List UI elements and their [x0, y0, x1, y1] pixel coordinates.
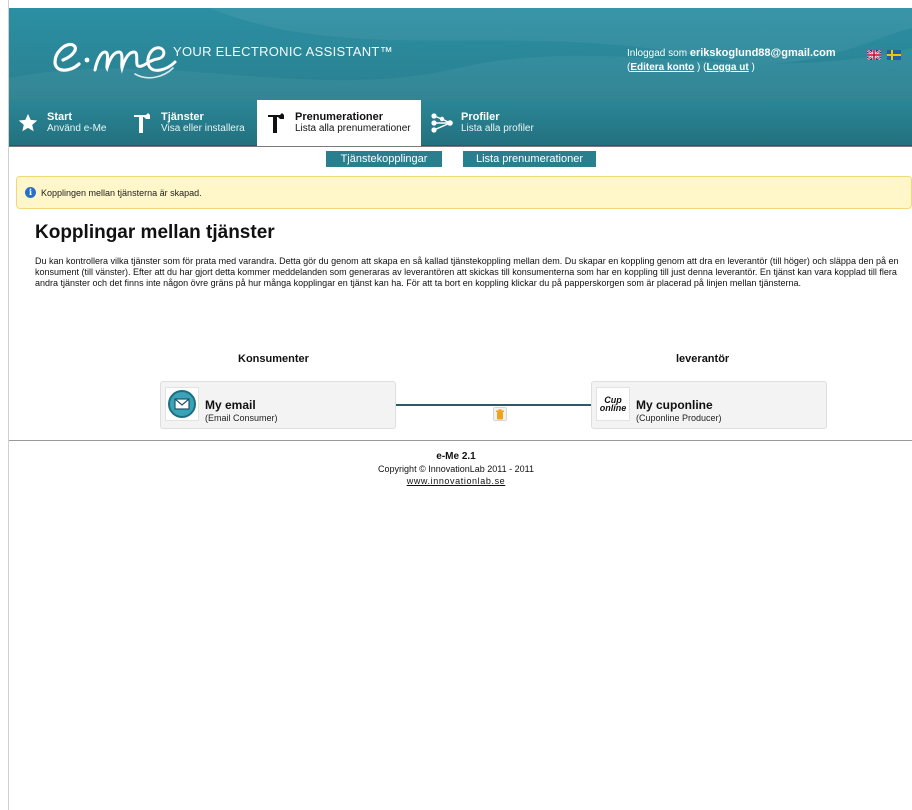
consumer-type: (Email Consumer) — [205, 413, 278, 423]
subnav-divider — [9, 146, 912, 147]
footer-link[interactable]: www.innovationlab.se — [407, 476, 506, 486]
subnav: Tjänstekopplingar Lista prenumerationer — [0, 151, 912, 167]
provider-service-card[interactable]: Cup online My cuponline (Cuponline Produ… — [591, 381, 827, 429]
nav-item-tjanster[interactable]: Tjänster Visa eller installera — [129, 100, 257, 146]
page-title: Kopplingar mellan tjänster — [35, 222, 275, 243]
header-banner: YOUR ELECTRONIC ASSISTANT™ Inloggad som … — [9, 8, 912, 100]
cuponline-logo: Cup online — [596, 387, 630, 421]
login-prefix: Inloggad som — [627, 48, 688, 59]
consumer-name: My email — [205, 398, 256, 412]
trash-icon[interactable] — [493, 407, 507, 421]
main-nav: Start Använd e-Me Tjänster Visa eller in… — [9, 100, 912, 146]
nav-item-prenumerationer[interactable]: Prenumerationer Lista alla prenumeration… — [257, 100, 421, 146]
flag-uk-icon[interactable] — [867, 50, 881, 60]
edit-account-link[interactable]: Editera konto — [630, 62, 694, 73]
nav-title: Prenumerationer — [295, 111, 384, 123]
footer-divider — [9, 440, 912, 441]
consumers-heading: Konsumenter — [238, 353, 309, 365]
star-icon — [15, 110, 41, 136]
nav-subtitle: Använd e-Me — [47, 123, 107, 134]
logo-line2: online — [599, 403, 627, 413]
footer-version: e-Me 2.1 — [436, 451, 476, 462]
share-icon — [429, 110, 455, 136]
hammer-icon — [263, 110, 289, 136]
nav-title: Profiler — [461, 111, 500, 123]
provider-type: (Cuponline Producer) — [636, 413, 722, 423]
provider-name: My cuponline — [636, 398, 713, 412]
footer-copyright: Copyright © InnovationLab 2011 - 2011 — [378, 464, 534, 474]
login-info: Inloggad som erikskoglund88@gmail.com (E… — [627, 47, 836, 73]
nav-title: Start — [47, 111, 73, 123]
info-icon: i — [25, 187, 36, 198]
providers-heading: leverantör — [676, 353, 730, 365]
hammer-icon — [129, 110, 155, 136]
footer: e-Me 2.1 Copyright © InnovationLab 2011 … — [0, 451, 912, 487]
nav-subtitle: Visa eller installera — [161, 123, 245, 134]
tagline: YOUR ELECTRONIC ASSISTANT™ — [173, 44, 393, 59]
flag-sweden-icon[interactable] — [887, 50, 901, 60]
eme-logo[interactable] — [39, 26, 189, 86]
consumer-service-card[interactable]: My email (Email Consumer) — [160, 381, 396, 429]
nav-subtitle: Lista alla profiler — [461, 123, 534, 134]
user-email: erikskoglund88@gmail.com — [689, 47, 836, 59]
tab-lista-prenumerationer[interactable]: Lista prenumerationer — [463, 151, 596, 167]
nav-title: Tjänster — [161, 111, 204, 123]
page-description: Du kan kontrollera vilka tjänster som fö… — [35, 256, 899, 288]
success-notice: i Kopplingen mellan tjänsterna är skapad… — [16, 176, 912, 209]
email-icon — [165, 387, 199, 421]
nav-item-start[interactable]: Start Använd e-Me — [15, 100, 127, 146]
nav-subtitle: Lista alla prenumerationer — [295, 123, 411, 134]
nav-item-profiler[interactable]: Profiler Lista alla profiler — [429, 100, 559, 146]
notice-message: Kopplingen mellan tjänsterna är skapad. — [41, 187, 202, 198]
logout-link[interactable]: Logga ut — [706, 62, 748, 73]
connection-line — [396, 404, 591, 406]
tab-tjanstekopplingar[interactable]: Tjänstekopplingar — [326, 151, 442, 167]
